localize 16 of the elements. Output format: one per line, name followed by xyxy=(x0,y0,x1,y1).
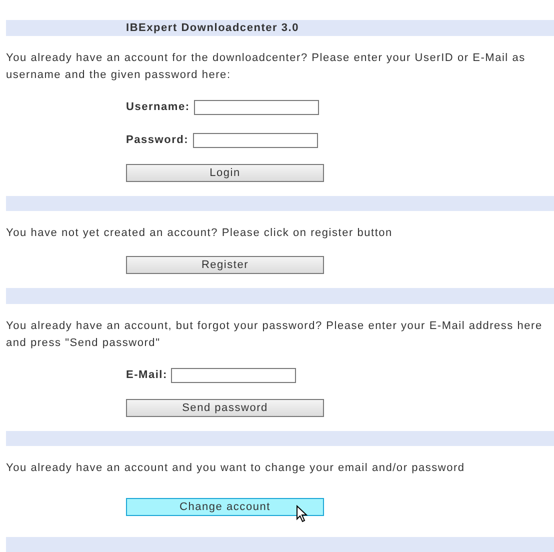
cursor-icon xyxy=(296,504,308,523)
instruction-text: You already have an account for the downloadcenter? Please enter your UserID or E-Mail as username and the given password here: xyxy=(6,51,526,83)
input-field[interactable] xyxy=(171,368,296,383)
field-label: Username: xyxy=(126,100,190,116)
form-button[interactable]: Change account xyxy=(126,498,324,516)
instruction-text: You have not yet created an account? Please click on register button xyxy=(6,226,394,242)
input-field[interactable] xyxy=(194,100,319,116)
field-label: E-Mail: xyxy=(126,368,168,383)
page-title: IBExpert Downloadcenter 3.0 xyxy=(126,20,299,36)
instruction-text: You already have an account, but forgot your password? Please enter your E-Mail address here and press "Send password" xyxy=(6,318,544,350)
form-button[interactable]: Login xyxy=(126,164,324,182)
form-button[interactable]: Send password xyxy=(126,398,324,417)
input-field[interactable] xyxy=(192,133,318,148)
field-label: Password: xyxy=(126,133,189,148)
form-button[interactable]: Register xyxy=(126,256,324,274)
instruction-text: You already have an account and you want to change your email and/or password xyxy=(6,460,466,476)
